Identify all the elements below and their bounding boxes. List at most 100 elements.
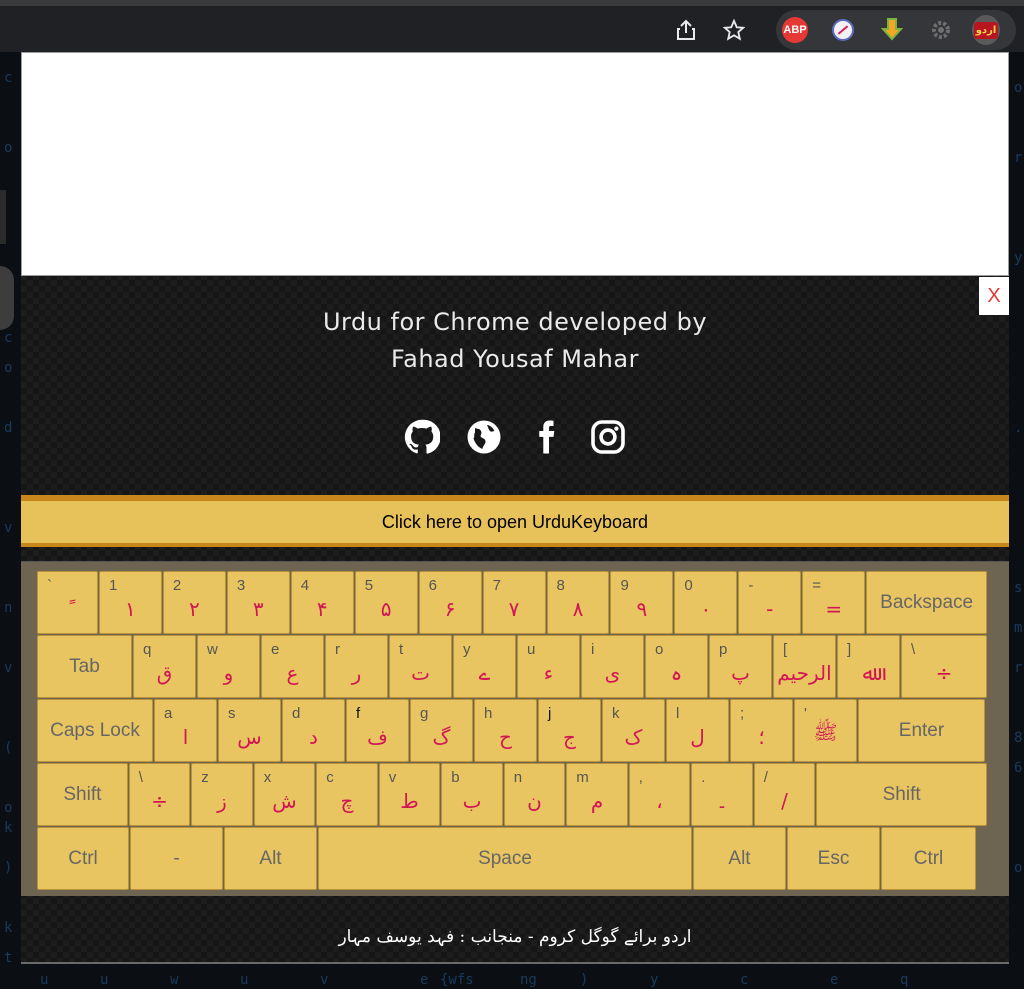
key-char[interactable]: 1۱ — [98, 571, 162, 634]
instagram-icon[interactable] — [589, 418, 627, 456]
key-char[interactable]: xش — [253, 763, 316, 826]
credit-line-2: Fahad Yousaf Mahar — [391, 345, 639, 373]
key-char[interactable]: . ۔ — [691, 763, 753, 826]
key-char[interactable]: aا — [154, 699, 217, 762]
key-char[interactable]: 0۰ — [674, 571, 738, 634]
key-char[interactable]: [الرحیم — [773, 635, 836, 698]
download-arrow-icon[interactable] — [878, 16, 906, 44]
key-char[interactable]: kک — [602, 699, 665, 762]
key-char[interactable]: jج — [538, 699, 601, 762]
key-char[interactable]: , ، — [628, 763, 691, 826]
key-backspace[interactable]: Backspace — [866, 571, 988, 634]
key-char[interactable]: ] ﷲ — [837, 635, 900, 698]
urdu-extension-label: اردو — [973, 21, 999, 39]
key-char[interactable]: tت — [389, 635, 452, 698]
key-char[interactable]: 3۳ — [226, 571, 290, 634]
key-latin-label: \ — [138, 769, 143, 786]
key-char[interactable]: eع — [261, 635, 324, 698]
key-space[interactable]: Space — [318, 827, 692, 890]
key-char[interactable]: yے — [453, 635, 516, 698]
key-latin-label: 0 — [684, 577, 693, 594]
key-char[interactable]: `ً — [37, 571, 98, 634]
key-label: Tab — [69, 655, 100, 677]
key-char[interactable]: 6۶ — [418, 571, 482, 634]
urdu-extension-icon[interactable]: اردو — [972, 15, 1000, 45]
social-links — [21, 418, 1009, 456]
urdu-text-area[interactable] — [21, 52, 1009, 276]
key-urdu-label: ۱ — [125, 597, 136, 621]
key-latin-label: d — [292, 705, 301, 722]
key-char[interactable]: qق — [133, 635, 196, 698]
key-char[interactable]: zز — [191, 763, 253, 826]
key-char[interactable]: bب — [441, 763, 503, 826]
key-urdu-label: چ — [340, 789, 354, 813]
key-latin-label: m — [576, 769, 589, 786]
star-icon[interactable] — [720, 16, 748, 44]
key-urdu-label: - — [766, 597, 774, 621]
key-char[interactable]: 2۲ — [162, 571, 226, 634]
key-label: Enter — [898, 719, 945, 741]
key-char[interactable]: lل — [666, 699, 729, 762]
key-char[interactable]: wو — [197, 635, 260, 698]
open-urdu-keyboard-button[interactable]: Click here to open UrduKeyboard — [21, 495, 1009, 547]
key-char[interactable]: ' ﷺ — [794, 699, 857, 762]
key-char[interactable]: ; ؛ — [730, 699, 793, 762]
key-char[interactable]: fف — [346, 699, 409, 762]
globe-icon[interactable] — [465, 418, 503, 456]
key-ctrl[interactable]: Ctrl — [37, 827, 129, 890]
key-char[interactable]: / / — [753, 763, 816, 826]
key-char[interactable]: \ ÷ — [128, 763, 191, 826]
key-shift[interactable]: Shift — [816, 763, 988, 826]
facebook-icon[interactable] — [527, 418, 565, 456]
gear-extension-icon[interactable] — [927, 16, 955, 44]
key-shift[interactable]: Shift — [37, 763, 128, 826]
key-char[interactable]: hح — [474, 699, 537, 762]
key-urdu-label: ۲ — [188, 597, 200, 621]
key-char[interactable]: sس — [218, 699, 281, 762]
keyboard-rows: `ً1۱2۲3۳4۴5۵6۶7۷8۸9۹0۰--==BackspaceTabqق… — [37, 571, 988, 891]
developer-credit: Urdu for Chrome developed by Fahad Yousa… — [21, 304, 1009, 378]
key-char[interactable]: oہ — [645, 635, 708, 698]
key-urdu-label: پ — [731, 661, 750, 685]
footer-divider — [21, 962, 1009, 964]
key-urdu-label: ف — [367, 725, 388, 749]
noscript-icon[interactable] — [829, 16, 857, 44]
key-latin-label: , — [638, 769, 643, 786]
key-alt[interactable]: Alt — [693, 827, 786, 890]
github-icon[interactable] — [403, 418, 441, 456]
key-urdu-label: ط — [400, 789, 419, 813]
key-char[interactable]: \ ÷ — [901, 635, 987, 698]
key-caps-lock[interactable]: Caps Lock — [37, 699, 153, 762]
page-edge-handle[interactable] — [0, 266, 14, 330]
key-latin-label: u — [527, 641, 536, 658]
key-enter[interactable]: Enter — [858, 699, 985, 762]
key-latin-label: 3 — [236, 577, 246, 594]
key-latin-label: l — [676, 705, 680, 722]
key-char[interactable]: 8۸ — [546, 571, 610, 634]
key-esc[interactable]: Esc — [787, 827, 880, 890]
key-ctrl[interactable]: Ctrl — [881, 827, 976, 890]
key-char[interactable]: rر — [325, 635, 388, 698]
key-char[interactable]: iی — [581, 635, 644, 698]
key-label: Space — [478, 847, 532, 869]
key-char[interactable]: gگ — [410, 699, 473, 762]
key-char[interactable]: -- — [738, 571, 802, 634]
key-tab[interactable]: Tab — [37, 635, 132, 698]
key-dash[interactable]: - — [130, 827, 223, 890]
key-char[interactable]: 9۹ — [610, 571, 674, 634]
key-char[interactable]: 7۷ — [482, 571, 546, 634]
adblock-plus-icon[interactable]: ABP — [781, 16, 809, 44]
key-char[interactable]: pپ — [709, 635, 772, 698]
key-char[interactable]: 4۴ — [290, 571, 354, 634]
key-char[interactable]: nن — [503, 763, 566, 826]
key-alt[interactable]: Alt — [224, 827, 317, 890]
key-char[interactable]: = = — [802, 571, 866, 634]
key-char[interactable]: uء — [517, 635, 580, 698]
key-char[interactable]: mم — [566, 763, 628, 826]
key-urdu-label: د — [309, 725, 318, 749]
key-char[interactable]: cچ — [316, 763, 378, 826]
key-char[interactable]: vط — [378, 763, 441, 826]
share-icon[interactable] — [672, 16, 700, 44]
key-char[interactable]: dد — [282, 699, 345, 762]
key-char[interactable]: 5۵ — [354, 571, 418, 634]
